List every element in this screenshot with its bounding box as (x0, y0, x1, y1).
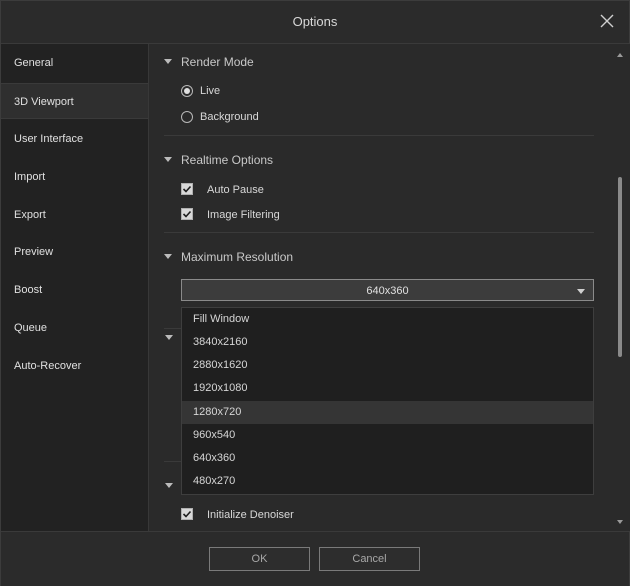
resolution-select[interactable]: 640x360 (181, 279, 594, 301)
scroll-up-icon[interactable] (617, 53, 623, 57)
dropdown-option[interactable]: 2880x1620 (182, 354, 593, 377)
scrollbar-thumb[interactable] (618, 177, 622, 357)
collapse-triangle-icon (164, 254, 172, 259)
image-filtering-label[interactable]: Image Filtering (207, 209, 280, 221)
section-divider (164, 328, 182, 329)
section-divider (164, 232, 594, 233)
collapse-triangle-icon[interactable] (165, 335, 173, 340)
dialog-title: Options (292, 14, 338, 29)
resolution-select-value: 640x360 (366, 285, 409, 297)
checkmark-icon (182, 510, 192, 518)
dialog-footer: OK Cancel (1, 531, 629, 586)
render-mode-title: Render Mode (181, 55, 254, 69)
section-divider (164, 135, 594, 136)
options-dialog: Options General 3D Viewport User Interfa… (0, 0, 630, 586)
auto-pause-checkbox[interactable] (181, 183, 193, 195)
radio-background-label[interactable]: Background (200, 111, 259, 123)
realtime-options-title: Realtime Options (181, 153, 274, 167)
sidebar-item-general[interactable]: General (1, 45, 148, 81)
sidebar-item-3d-viewport[interactable]: 3D Viewport (1, 83, 148, 119)
radio-live[interactable] (181, 85, 193, 97)
collapse-triangle-icon[interactable] (165, 483, 173, 488)
chevron-down-icon (577, 289, 585, 294)
dropdown-option[interactable]: 640x360 (182, 447, 593, 470)
settings-panel: Render Mode Live Background Realtime Opt… (149, 44, 630, 531)
resolution-dropdown-list: Fill Window 3840x2160 2880x1620 1920x108… (181, 307, 594, 495)
realtime-options-header[interactable]: Realtime Options (164, 153, 273, 167)
dropdown-option[interactable]: 480x270 (182, 470, 593, 493)
auto-pause-label[interactable]: Auto Pause (207, 184, 264, 196)
sidebar-item-boost[interactable]: Boost (1, 272, 148, 308)
max-resolution-title: Maximum Resolution (181, 250, 294, 264)
dropdown-option[interactable]: Fill Window (182, 308, 593, 331)
initialize-denoiser-label[interactable]: Initialize Denoiser (207, 509, 294, 521)
checkmark-icon (182, 210, 192, 218)
sidebar-item-queue[interactable]: Queue (1, 310, 148, 346)
sidebar-item-import[interactable]: Import (1, 159, 148, 195)
collapse-triangle-icon (164, 157, 172, 162)
vertical-scrollbar[interactable] (614, 44, 628, 531)
image-filtering-checkbox[interactable] (181, 208, 193, 220)
radio-live-label[interactable]: Live (200, 85, 220, 97)
scroll-down-icon[interactable] (617, 520, 623, 524)
render-mode-header[interactable]: Render Mode (164, 55, 254, 69)
initialize-denoiser-checkbox[interactable] (181, 508, 193, 520)
dropdown-option[interactable]: 3840x2160 (182, 331, 593, 354)
radio-background[interactable] (181, 111, 193, 123)
sidebar-item-auto-recover[interactable]: Auto-Recover (1, 348, 148, 384)
dropdown-option-highlighted[interactable]: 1280x720 (182, 401, 593, 424)
sidebar-item-user-interface[interactable]: User Interface (1, 121, 148, 157)
collapse-triangle-icon (164, 59, 172, 64)
dropdown-option[interactable]: 960x540 (182, 424, 593, 447)
title-bar: Options (1, 1, 629, 44)
max-resolution-header[interactable]: Maximum Resolution (164, 250, 293, 264)
sidebar: General 3D Viewport User Interface Impor… (1, 44, 149, 531)
section-divider (164, 461, 182, 462)
sidebar-item-preview[interactable]: Preview (1, 234, 148, 270)
close-icon[interactable] (599, 13, 615, 29)
cancel-button[interactable]: Cancel (319, 547, 420, 571)
ok-button[interactable]: OK (209, 547, 310, 571)
checkmark-icon (182, 185, 192, 193)
sidebar-item-export[interactable]: Export (1, 197, 148, 233)
dropdown-option[interactable]: 1920x1080 (182, 377, 593, 400)
